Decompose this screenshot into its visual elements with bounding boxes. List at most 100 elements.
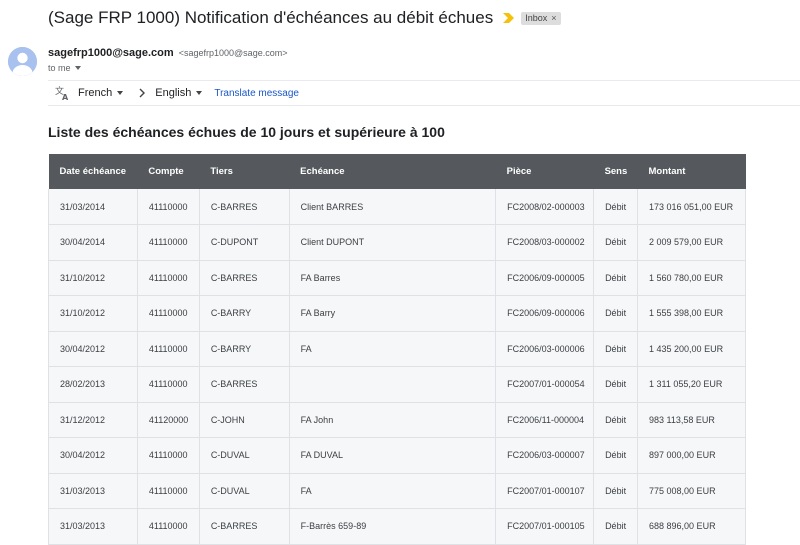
cell-montant: 688 896,00 EUR [637, 508, 746, 545]
table-row: 30/04/2012 41110000 C-DUVAL FA DUVAL FC2006/… [48, 437, 746, 474]
cell-sens: Débit [593, 260, 638, 296]
table-row: 31/03/2013 41110000 C-DUVAL FA FC2007/01-000… [48, 473, 746, 509]
cell-montant: 775 008,00 EUR [637, 473, 746, 509]
importance-marker-icon[interactable] [503, 13, 515, 23]
cell-piece: FC2006/09-000005 [495, 260, 594, 296]
cell-montant: 1 311 055,20 EUR [637, 366, 746, 403]
source-language-select[interactable]: French [78, 87, 124, 99]
cell-piece: FC2006/03-000006 [495, 331, 594, 367]
cell-date-echeance: 31/12/2012 [48, 402, 138, 438]
cell-echeance: Client DUPONT [288, 224, 496, 261]
cell-echeance [288, 366, 496, 403]
translate-message-link[interactable]: Translate message [214, 88, 299, 99]
recipient-toggle[interactable]: to me [48, 63, 81, 73]
translate-icon: 文 A [55, 85, 69, 101]
cell-piece: FC2007/01-000107 [495, 473, 594, 509]
cell-date-echeance: 31/10/2012 [48, 295, 138, 332]
column-header-sens: Sens [604, 166, 628, 177]
cell-date-echeance: 31/10/2012 [48, 260, 138, 296]
sender-line: sagefrp1000@sage.com <sagefrp1000@sage.c… [48, 47, 287, 59]
cell-montant: 897 000,00 EUR [637, 437, 746, 474]
cell-sens: Débit [593, 437, 638, 474]
svg-text:A: A [62, 93, 69, 101]
cell-sens: Débit [593, 508, 638, 545]
table-row: 28/02/2013 41110000 C-BARRES FC2007/01-0000… [48, 366, 746, 403]
cell-piece: FC2006/03-000007 [495, 437, 594, 474]
cell-montant: 2 009 579,00 EUR [637, 224, 746, 261]
table-header-row: Date échéance Compte Tiers Echéance Pièce Sen… [48, 154, 746, 189]
cell-montant: 1 560 780,00 EUR [637, 260, 746, 296]
caret-down-icon [196, 91, 203, 95]
cell-compte: 41110000 [136, 189, 200, 225]
cell-date-echeance: 30/04/2012 [48, 331, 138, 367]
table-row: 31/03/2014 41110000 C-BARRES Client BARRES F… [48, 189, 746, 225]
mail-body-heading: Liste des échéances échues de 10 jours e… [48, 124, 445, 140]
cell-compte: 41110000 [136, 508, 200, 545]
caret-down-icon [74, 66, 81, 70]
cell-echeance: FA DUVAL [288, 437, 496, 474]
cell-piece: FC2006/09-000006 [495, 295, 594, 332]
chevron-right-icon [139, 88, 146, 98]
cell-compte: 41110000 [136, 331, 200, 367]
column-header-montant: Montant [648, 166, 686, 177]
table-row: 31/03/2013 41110000 C-BARRES F-Barrès 659-8… [48, 508, 746, 545]
avatar-icon[interactable] [8, 47, 37, 76]
inbox-label-chip[interactable]: Inbox × [521, 11, 561, 25]
cell-compte: 41110000 [136, 437, 200, 474]
column-header-tiers: Tiers [210, 166, 233, 177]
cell-tiers: C-DUPONT [198, 224, 290, 261]
cell-sens: Débit [593, 295, 638, 332]
table-body: 31/03/2014 41110000 C-BARRES Client BARRES F… [48, 189, 746, 545]
cell-tiers: C-BARRES [198, 508, 290, 545]
cell-tiers: C-BARRY [198, 331, 290, 367]
cell-compte: 41110000 [136, 295, 200, 332]
sender-email: <sagefrp1000@sage.com> [178, 48, 288, 58]
cell-compte: 41110000 [136, 224, 200, 261]
remove-label-icon[interactable]: × [551, 13, 556, 23]
translate-bar: 文 A French English Translate message [48, 80, 800, 106]
cell-date-echeance: 31/03/2013 [48, 508, 138, 545]
recipient-text: to me [48, 63, 71, 73]
column-header-echeance: Echéance [300, 166, 345, 177]
column-header-date-echeance: Date échéance [59, 166, 127, 177]
cell-tiers: C-BARRES [198, 260, 290, 296]
table-row: 30/04/2012 41110000 C-BARRY FA FC2006/03-000… [48, 331, 746, 367]
table-row: 31/10/2012 41110000 C-BARRY FA Barry FC2006/… [48, 295, 746, 332]
cell-montant: 1 435 200,00 EUR [637, 331, 746, 367]
cell-sens: Débit [593, 224, 638, 261]
cell-tiers: C-BARRES [198, 366, 290, 403]
cell-sens: Débit [593, 402, 638, 438]
cell-echeance: FA John [288, 402, 496, 438]
caret-down-icon [117, 91, 124, 95]
cell-montant: 983 113,58 EUR [637, 402, 746, 438]
cell-echeance: FA [288, 473, 496, 509]
cell-piece: FC2007/01-000105 [495, 508, 594, 545]
column-header-compte: Compte [148, 166, 184, 177]
cell-echeance: FA Barres [288, 260, 496, 296]
cell-date-echeance: 31/03/2014 [48, 189, 138, 225]
cell-compte: 41110000 [136, 366, 200, 403]
cell-tiers: C-BARRY [198, 295, 290, 332]
cell-sens: Débit [593, 331, 638, 367]
cell-date-echeance: 30/04/2014 [48, 224, 138, 261]
table-row: 31/10/2012 41110000 C-BARRES FA Barres FC200… [48, 260, 746, 296]
target-language-label: English [155, 87, 192, 99]
cell-date-echeance: 28/02/2013 [48, 366, 138, 403]
cell-date-echeance: 30/04/2012 [48, 437, 138, 474]
email-subject: (Sage FRP 1000) Notification d'échéances… [48, 8, 494, 27]
target-language-select[interactable]: English [155, 87, 203, 99]
cell-compte: 41110000 [136, 260, 200, 296]
cell-echeance: FA [288, 331, 496, 367]
cell-tiers: C-JOHN [198, 402, 290, 438]
source-language-label: French [78, 87, 113, 99]
cell-sens: Débit [593, 366, 638, 403]
cell-tiers: C-BARRES [198, 189, 290, 225]
cell-piece: FC2007/01-000054 [495, 366, 594, 403]
email-subject-row: (Sage FRP 1000) Notification d'échéances… [48, 7, 561, 29]
cell-echeance: Client BARRES [288, 189, 496, 225]
cell-montant: 173 016 051,00 EUR [637, 189, 746, 225]
cell-sens: Débit [593, 473, 638, 509]
inbox-label-text: Inbox [525, 13, 548, 23]
cell-sens: Débit [593, 189, 638, 225]
cell-piece: FC2006/11-000004 [495, 402, 594, 438]
